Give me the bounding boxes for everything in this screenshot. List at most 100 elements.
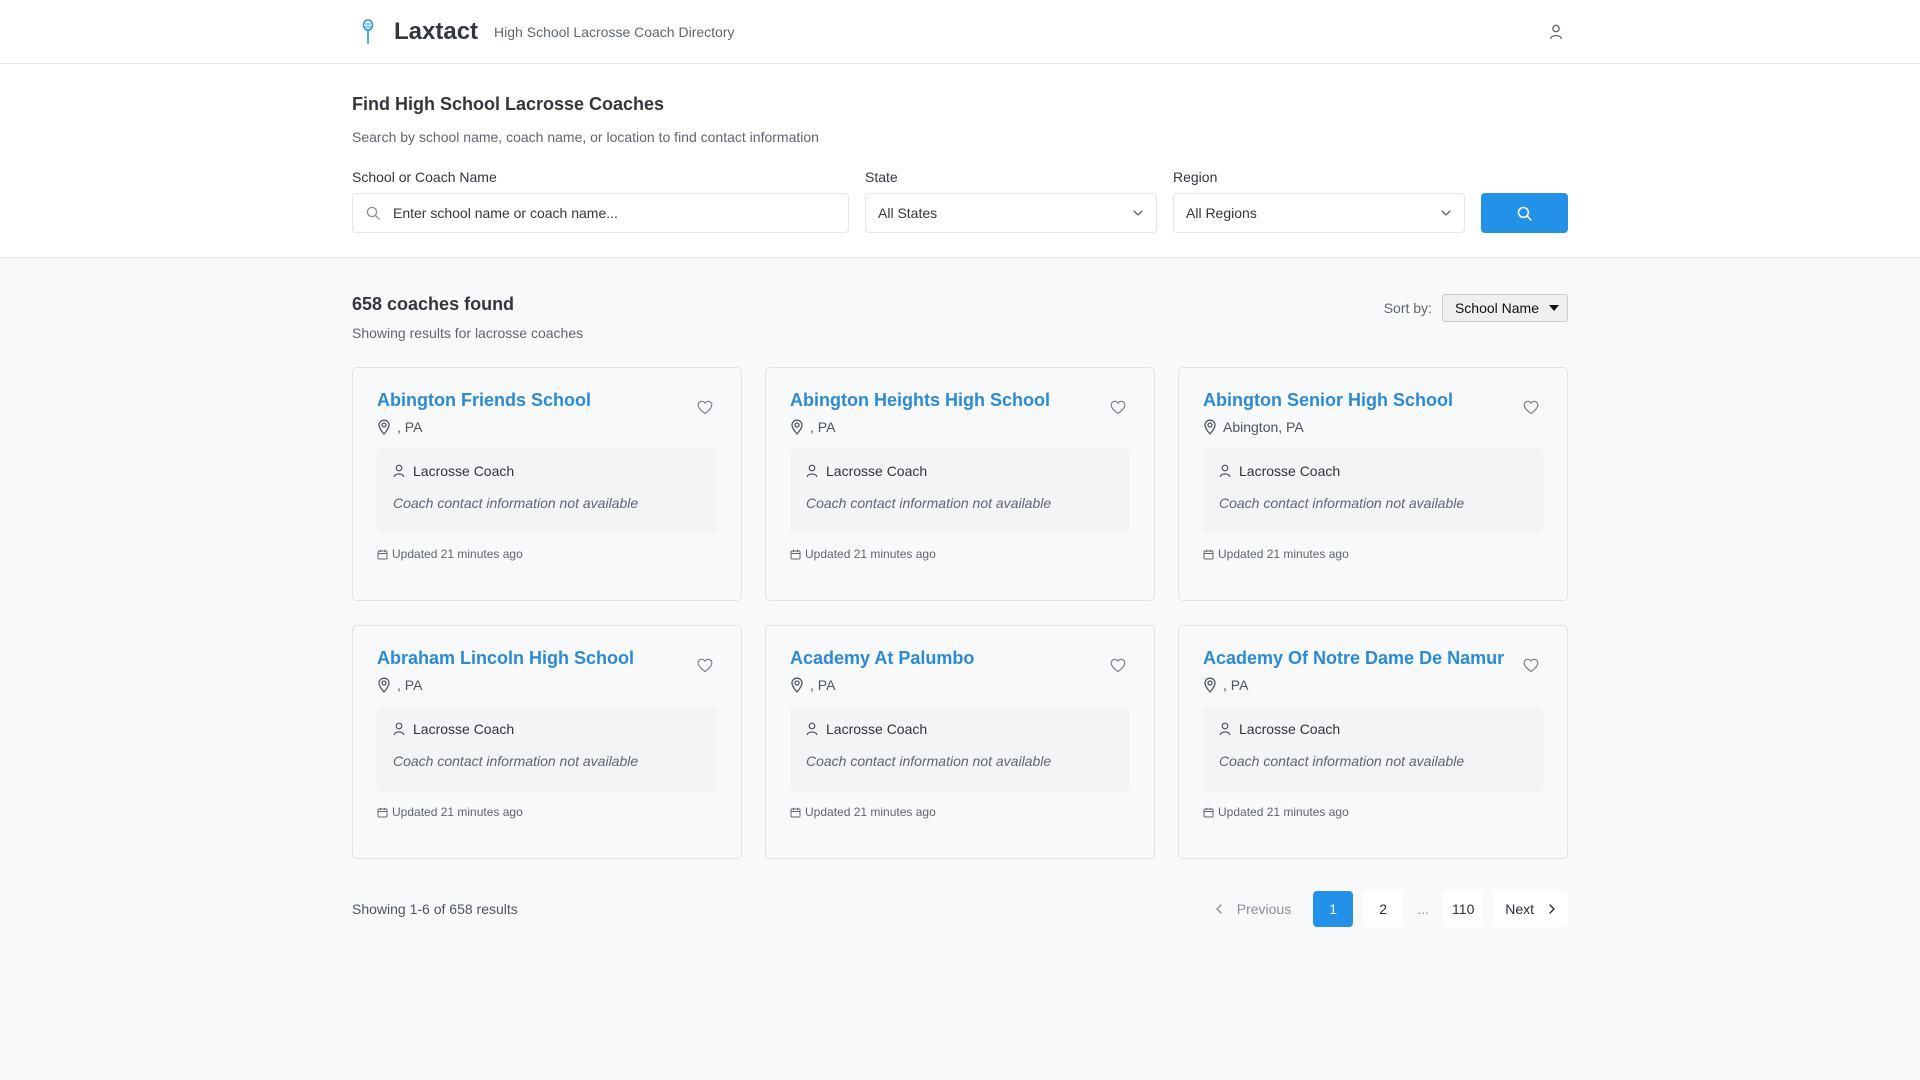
school-location: Abington, PA xyxy=(1203,419,1543,435)
favorite-heart-icon[interactable] xyxy=(1110,658,1128,676)
coach-info-box: Lacrosse Coach Coach contact information… xyxy=(1203,449,1543,533)
brand-name[interactable]: Laxtact xyxy=(394,18,478,46)
school-name-link[interactable]: Academy Of Notre Dame De Namur xyxy=(1203,648,1504,669)
region-select-value: All Regions xyxy=(1186,205,1257,221)
search-icon xyxy=(1517,206,1532,221)
user-account-button[interactable] xyxy=(1544,20,1568,44)
school-name-link[interactable]: Academy At Palumbo xyxy=(790,648,974,669)
page-button-1[interactable]: 1 xyxy=(1313,891,1354,927)
school-location: , PA xyxy=(790,419,1130,435)
chevron-left-icon xyxy=(1216,904,1222,914)
user-icon xyxy=(1219,722,1231,736)
page-button-last[interactable]: 110 xyxy=(1443,891,1484,927)
user-icon xyxy=(806,722,818,736)
coach-contact-status: Coach contact information not available xyxy=(393,753,639,769)
user-icon xyxy=(806,464,818,478)
favorite-heart-icon[interactable] xyxy=(697,400,715,418)
coach-role: Lacrosse Coach xyxy=(826,463,928,479)
coach-role: Lacrosse Coach xyxy=(1239,721,1341,737)
brand-tagline: High School Lacrosse Coach Directory xyxy=(494,23,735,40)
favorite-heart-icon[interactable] xyxy=(697,658,715,676)
coach-info-box: Lacrosse Coach Coach contact information… xyxy=(1203,707,1543,791)
school-location: , PA xyxy=(377,677,717,693)
updated-text: Updated 21 minutes ago xyxy=(1218,547,1349,561)
updated-text: Updated 21 minutes ago xyxy=(392,547,523,561)
sort-select[interactable]: School Name xyxy=(1441,294,1568,322)
coach-info-box: Lacrosse Coach Coach contact information… xyxy=(790,707,1130,791)
updated-timestamp: Updated 21 minutes ago xyxy=(790,805,1130,819)
pagination-ellipsis: ... xyxy=(1417,901,1430,917)
location-text: , PA xyxy=(397,677,423,693)
map-pin-icon xyxy=(1204,419,1216,435)
favorite-heart-icon[interactable] xyxy=(1110,400,1128,418)
previous-label: Previous xyxy=(1236,901,1292,917)
region-field-label: Region xyxy=(1173,169,1218,185)
updated-text: Updated 21 minutes ago xyxy=(805,547,936,561)
next-label: Next xyxy=(1505,901,1534,917)
results-section: 658 coaches found Showing results for la… xyxy=(352,258,1568,927)
coach-role: Lacrosse Coach xyxy=(413,721,515,737)
user-icon xyxy=(393,722,405,736)
calendar-icon xyxy=(1203,807,1214,817)
updated-timestamp: Updated 21 minutes ago xyxy=(1203,547,1543,561)
coach-card-grid: Abington Friends School , PA Lacrosse Co… xyxy=(352,367,1568,859)
coach-contact-status: Coach contact information not available xyxy=(1219,753,1465,769)
search-input[interactable] xyxy=(393,205,848,221)
chevron-down-icon xyxy=(1133,210,1143,216)
updated-timestamp: Updated 21 minutes ago xyxy=(790,547,1130,561)
state-field-label: State xyxy=(865,169,898,185)
favorite-heart-icon[interactable] xyxy=(1523,658,1541,676)
updated-text: Updated 21 minutes ago xyxy=(392,805,523,819)
school-name-link[interactable]: Abraham Lincoln High School xyxy=(377,648,634,669)
results-subtitle: Showing results for lacrosse coaches xyxy=(352,325,584,341)
coach-card: Academy Of Notre Dame De Namur , PA Lacr… xyxy=(1178,625,1568,859)
calendar-icon xyxy=(1203,549,1214,559)
pagination: Previous 1 2 ... 110 Next xyxy=(1193,891,1568,927)
map-pin-icon xyxy=(378,419,390,435)
state-select[interactable]: All States xyxy=(865,193,1157,233)
coach-info-box: Lacrosse Coach Coach contact information… xyxy=(377,707,717,791)
search-button[interactable] xyxy=(1481,193,1568,233)
calendar-icon xyxy=(377,549,388,559)
coach-card: Abington Friends School , PA Lacrosse Co… xyxy=(352,367,742,601)
map-pin-icon xyxy=(791,677,803,693)
page-button-2[interactable]: 2 xyxy=(1363,891,1404,927)
user-icon xyxy=(1219,464,1231,478)
region-select[interactable]: All Regions xyxy=(1173,193,1465,233)
school-name-link[interactable]: Abington Senior High School xyxy=(1203,390,1453,411)
calendar-icon xyxy=(790,549,801,559)
location-text: , PA xyxy=(810,677,836,693)
chevron-down-icon xyxy=(1441,210,1451,216)
coach-card: Abraham Lincoln High School , PA Lacross… xyxy=(352,625,742,859)
school-location: , PA xyxy=(1203,677,1543,693)
name-field-group: School or Coach Name xyxy=(352,169,849,233)
updated-timestamp: Updated 21 minutes ago xyxy=(377,805,717,819)
map-pin-icon xyxy=(378,677,390,693)
coach-card: Abington Heights High School , PA Lacros… xyxy=(765,367,1155,601)
map-pin-icon xyxy=(791,419,803,435)
search-panel: Find High School Lacrosse Coaches Search… xyxy=(0,64,1920,258)
app-header: Laxtact High School Lacrosse Coach Direc… xyxy=(0,0,1920,64)
coach-info-box: Lacrosse Coach Coach contact information… xyxy=(790,449,1130,533)
coach-card: Abington Senior High School Abington, PA… xyxy=(1178,367,1568,601)
school-name-link[interactable]: Abington Friends School xyxy=(377,390,591,411)
name-input-wrapper[interactable] xyxy=(352,193,849,233)
updated-text: Updated 21 minutes ago xyxy=(805,805,936,819)
school-location: , PA xyxy=(377,419,717,435)
lacrosse-stick-icon xyxy=(356,18,380,46)
coach-contact-status: Coach contact information not available xyxy=(393,495,639,511)
updated-timestamp: Updated 21 minutes ago xyxy=(1203,805,1543,819)
favorite-heart-icon[interactable] xyxy=(1523,400,1541,418)
school-name-link[interactable]: Abington Heights High School xyxy=(790,390,1050,411)
school-location: , PA xyxy=(790,677,1130,693)
coach-role: Lacrosse Coach xyxy=(1239,463,1341,479)
location-text: , PA xyxy=(810,419,836,435)
location-text: , PA xyxy=(397,419,423,435)
next-page-button[interactable]: Next xyxy=(1493,891,1568,927)
search-title: Find High School Lacrosse Coaches xyxy=(352,94,665,114)
sort-select-value: School Name xyxy=(1454,300,1539,316)
state-select-value: All States xyxy=(878,205,938,221)
previous-page-button[interactable]: Previous xyxy=(1203,891,1303,927)
user-icon xyxy=(393,464,405,478)
coach-role: Lacrosse Coach xyxy=(413,463,515,479)
